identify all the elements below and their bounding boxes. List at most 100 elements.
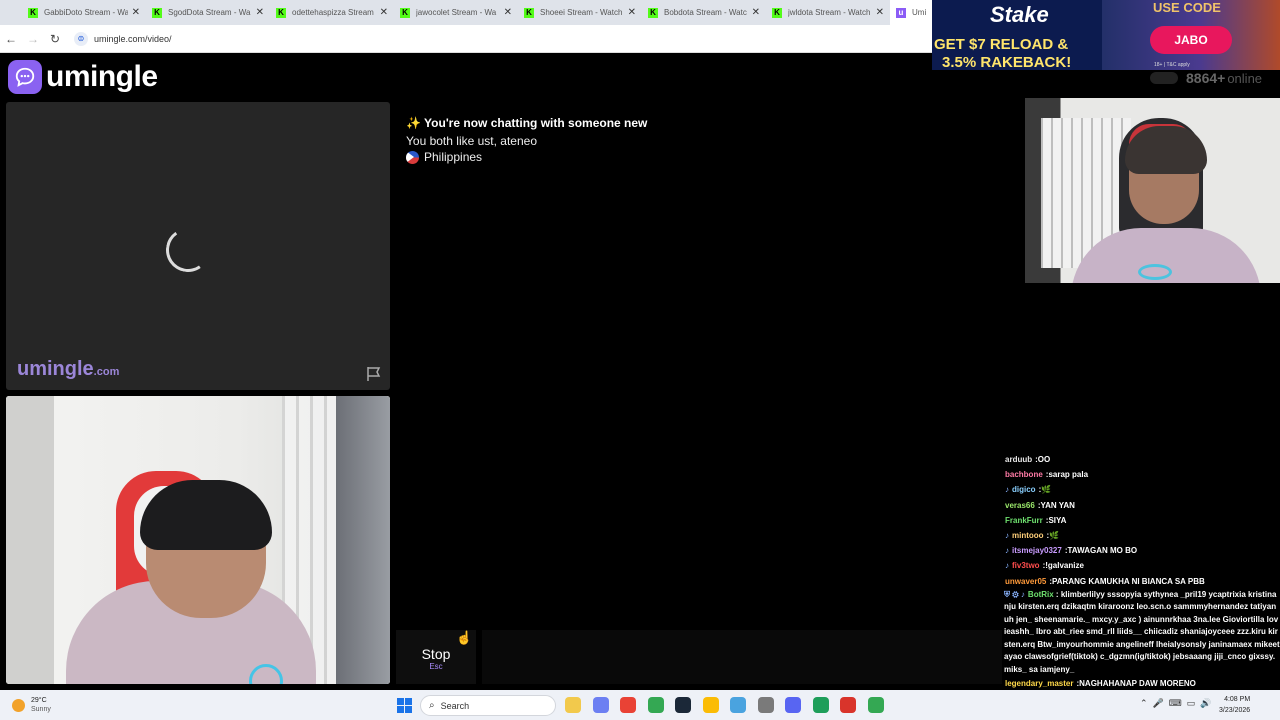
badge-icon: ♪ [1005, 531, 1009, 541]
kick-icon: K [772, 7, 782, 18]
forward-icon[interactable]: → [22, 32, 44, 46]
tab-title: jawocolet Stream - Wa [416, 8, 497, 17]
sun-icon [12, 698, 25, 712]
chrome-icon[interactable] [867, 697, 884, 713]
app-icon[interactable] [840, 697, 856, 713]
kick-icon: K [648, 7, 658, 18]
close-tab-icon[interactable]: ✕ [380, 7, 388, 18]
browser-tab[interactable]: Kjawocolet Stream - Wa ✕ [394, 0, 518, 25]
message-input[interactable] [482, 630, 1002, 684]
chrome-icon[interactable] [647, 697, 664, 713]
kick-icon: K [152, 7, 162, 18]
tab-title: Shoeei Stream - Watch [540, 8, 623, 17]
watermark-tld: .com [93, 366, 120, 378]
close-tab-icon[interactable]: ✕ [132, 7, 140, 18]
chat-text: PARANG KAMUKHA NI BIANCA SA PBB [1052, 576, 1205, 586]
browser-tab[interactable]: K Bobdota Stream - Watc ✕ [642, 0, 766, 25]
kick-icon: K [276, 7, 286, 18]
chat-text: OO [1037, 455, 1051, 465]
self-video [6, 396, 390, 684]
user-hair [140, 480, 272, 550]
toggle-switch[interactable] [1150, 72, 1178, 84]
badge-icon: ♪ [1005, 561, 1009, 571]
chat-username[interactable]: fiv3two [1012, 561, 1040, 570]
ad-fine-print: 18+ | T&C apply [1154, 62, 1190, 68]
stop-label: Stop [421, 646, 451, 662]
app-icon[interactable] [812, 697, 829, 713]
browser-tab[interactable]: Kjwldota Stream - Watch ✕ [766, 0, 890, 25]
umingle-watermark: umingle.com [17, 358, 119, 381]
tab-title: SgodDota Stream - Wa [168, 8, 251, 17]
chat-text: !galvanize [1045, 561, 1084, 571]
country-name: Philippines [424, 150, 483, 164]
logo-text: umingle [46, 60, 158, 93]
close-tab-icon[interactable]: ✕ [628, 7, 636, 18]
browser-tab[interactable]: Kodettehaspizza Stream ✕ [270, 0, 394, 25]
chrome-icon[interactable] [702, 697, 719, 713]
weather-widget[interactable]: 29°C Sunny [12, 696, 51, 714]
discord-icon[interactable] [785, 697, 801, 713]
clock[interactable]: 4:08 PM 3/23/2026 [1219, 694, 1250, 716]
browser-tab[interactable]: K SgodDota Stream - Wa ✕ [146, 0, 270, 25]
umingle-logo[interactable]: umingle [8, 60, 158, 94]
notepad-icon[interactable] [730, 697, 746, 713]
sponsor-banner: Stake GET $7 RELOAD & 3.5% RAKEBACK! USE… [932, 0, 1280, 70]
report-flag-icon[interactable] [366, 366, 382, 387]
windows-start-icon[interactable] [397, 698, 412, 713]
close-tab-icon[interactable]: ✕ [752, 7, 760, 18]
url-field[interactable]: umingle.com/video/ [94, 34, 172, 44]
chat-username[interactable]: BotRix [1028, 590, 1054, 599]
system-tray[interactable]: ⌃ 🎤 ⌨ ▭ 🔊 [1140, 698, 1211, 709]
stop-shortcut: Esc [429, 662, 443, 671]
umingle-icon: u [896, 7, 906, 18]
chat-text: YAN YAN [1040, 500, 1075, 510]
tool-icon[interactable] [757, 697, 774, 713]
chat-text: 🌿 [1049, 531, 1060, 541]
chat-username[interactable]: arduub [1005, 455, 1032, 464]
watermark-text: umingle [17, 358, 94, 380]
chat-username[interactable]: mintooo [1012, 531, 1044, 540]
chat-username[interactable]: itsmejay0327 [1012, 546, 1062, 555]
close-tab-icon[interactable]: ✕ [876, 7, 884, 18]
chat-username[interactable]: FrankFurr [1005, 516, 1043, 525]
screen: K GabbiDoto Stream - Wa ✕ K SgodDota Stream… [0, 0, 1280, 720]
chat-message: bachbone: sarap pala [1000, 467, 1280, 482]
close-tab-icon[interactable]: ✕ [504, 7, 512, 18]
stranger-country: Philippines [406, 150, 482, 164]
reload-icon[interactable]: ↻ [44, 32, 66, 46]
tab-title: Bobdota Stream - Watc [664, 8, 747, 17]
philippines-flag-icon [406, 150, 419, 164]
chat-message: ♪ mintooo: 🌿 [1000, 528, 1280, 543]
close-tab-icon[interactable]: ✕ [256, 7, 264, 18]
chat-username[interactable]: legendary_master [1005, 679, 1073, 688]
chat-text: TAWAGAN MO BO [1067, 546, 1138, 556]
video-scenery [336, 396, 390, 684]
weather-condition: Sunny [31, 706, 51, 713]
chat-username[interactable]: digico [1012, 485, 1036, 494]
browser-tab[interactable]: K Shoeei Stream - Watch ✕ [518, 0, 642, 25]
online-count: 8864+ online [1150, 70, 1262, 86]
online-number: 8864+ [1186, 70, 1226, 86]
chat-separator: : [1053, 589, 1061, 599]
browser-tab[interactable]: K GabbiDoto Stream - Wa ✕ [22, 0, 146, 25]
back-icon[interactable]: ← [0, 32, 22, 46]
chat-username[interactable]: unwaver05 [1005, 577, 1046, 586]
chat-text: NAGHAHANAP DAW MORENO [1079, 679, 1196, 689]
chat-username[interactable]: veras66 [1005, 501, 1035, 510]
steam-icon[interactable] [675, 697, 691, 713]
chat-message: ♪ digico: 🌿 [1000, 482, 1280, 497]
taskbar-search[interactable]: ⌕ Search [420, 695, 556, 716]
file-explorer-icon[interactable] [565, 697, 581, 713]
chat-username[interactable]: bachbone [1005, 470, 1043, 479]
tab-title: jwldota Stream - Watch [788, 8, 871, 17]
kick-icon: K [400, 7, 410, 18]
chrome-icon[interactable] [620, 697, 636, 713]
video-scenery [6, 396, 54, 684]
facecam-hair [1125, 126, 1207, 174]
chat-message: FrankFurr: SIYA [1000, 513, 1280, 528]
online-label: online [1227, 70, 1263, 86]
copilot-icon[interactable] [592, 697, 609, 713]
ad-brand: Stake [990, 2, 1049, 27]
site-info-icon[interactable]: ⊜ [74, 31, 88, 46]
stream-chat-overlay: arduub: OO bachbone: sarap pala ♪ digico: 🌿… [1000, 452, 1280, 690]
